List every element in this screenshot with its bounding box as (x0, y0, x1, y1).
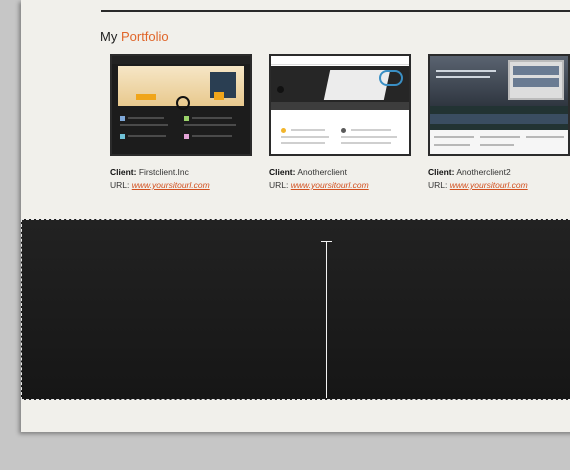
thumb-text-line (351, 129, 391, 131)
url-label: URL: (110, 180, 130, 190)
thumb-button (136, 94, 156, 100)
portfolio-thumbnail-3[interactable] (428, 54, 570, 156)
portfolio-meta-3: Client: Anotherclient2 URL: www.yoursito… (428, 166, 570, 192)
thumb-icon (184, 134, 189, 139)
thumb-text-line (434, 136, 474, 138)
portfolio-thumbnail-2[interactable] (269, 54, 411, 156)
thumb-text-line (192, 117, 232, 119)
monitor-graphic (508, 60, 564, 100)
portfolio-title: My Portfolio (100, 29, 169, 44)
client-label: Client: (110, 167, 137, 177)
thumb-icon (341, 128, 346, 133)
thumb-button (214, 92, 224, 100)
thumb-band (430, 106, 568, 130)
url-label: URL: (428, 180, 448, 190)
thumb-text-line (128, 117, 164, 119)
thumb-text-line (192, 135, 232, 137)
thumb-text-line (341, 142, 391, 144)
thumb-row (513, 66, 559, 75)
portfolio-meta-2: Client: Anotherclient URL: www.yoursitou… (269, 166, 411, 192)
thumb-header (112, 56, 250, 64)
client-label: Client: (428, 167, 455, 177)
thumb-text-line (526, 136, 564, 138)
portfolio-item-1: Client: Firstclient.Inc URL: www.yoursit… (110, 54, 252, 192)
thumb-text-line (480, 136, 520, 138)
thumb-strip (430, 114, 568, 124)
portfolio-title-prefix: My (100, 29, 118, 44)
thumb-text-line (434, 144, 470, 146)
thumb-text-line (436, 70, 496, 72)
client-name: Firstclient.Inc (138, 167, 189, 177)
thumb-text-line (184, 124, 236, 126)
client-name: Anotherclient (297, 167, 347, 177)
thumb-header (271, 56, 409, 65)
thumb-icon (120, 116, 125, 121)
divider-line (101, 10, 570, 12)
portfolio-meta-1: Client: Firstclient.Inc URL: www.yoursit… (110, 166, 252, 192)
thumb-logo-icon (379, 70, 403, 86)
thumb-nav (271, 102, 409, 110)
thumb-hero (271, 66, 409, 102)
url-label: URL: (269, 180, 289, 190)
thumb-icon (120, 134, 125, 139)
portfolio-title-accent: Portfolio (120, 29, 169, 44)
thumb-text-line (128, 135, 166, 137)
thumb-content (118, 112, 244, 148)
thumb-text-line (281, 136, 329, 138)
arrow-left-icon (277, 86, 284, 93)
client-url-link[interactable]: www.yoursitourl.com (132, 180, 210, 190)
portfolio-thumbnail-1[interactable] (110, 54, 252, 156)
portfolio-item-3: Client: Anotherclient2 URL: www.yoursito… (428, 54, 570, 192)
text-cursor-icon (321, 241, 332, 398)
thumb-icon (184, 116, 189, 121)
thumb-text-line (291, 129, 325, 131)
portfolio-item-2: Client: Anotherclient URL: www.yoursitou… (269, 54, 411, 192)
thumb-text-line (120, 124, 168, 126)
thumb-text-line (281, 142, 325, 144)
thumb-icon (281, 128, 286, 133)
client-url-link[interactable]: www.yoursitourl.com (450, 180, 528, 190)
thumb-row (513, 78, 559, 87)
thumb-text-line (436, 76, 490, 78)
thumb-text-line (341, 136, 397, 138)
client-name: Anotherclient2 (456, 167, 511, 177)
client-label: Client: (269, 167, 296, 177)
thumb-hero (430, 56, 568, 106)
marquee-selection[interactable] (21, 219, 570, 400)
thumb-text-line (480, 144, 514, 146)
client-url-link[interactable]: www.yoursitourl.com (291, 180, 369, 190)
magnifier-icon (176, 96, 190, 110)
